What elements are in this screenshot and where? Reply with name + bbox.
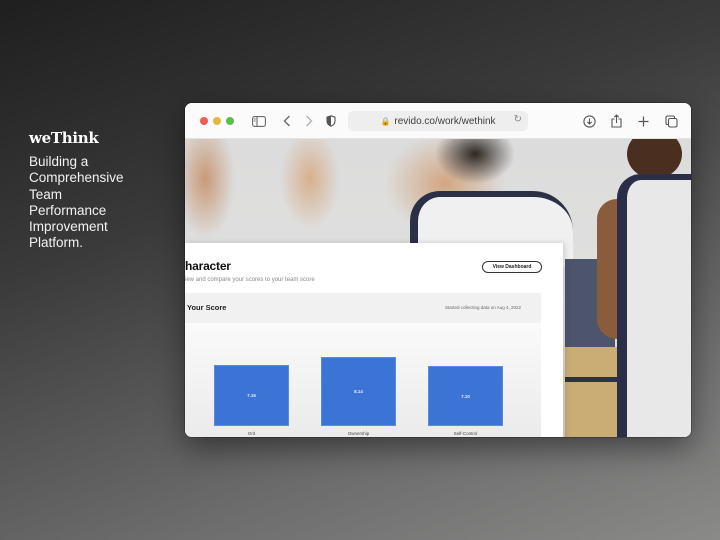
browser-toolbar: 🔒 revido.co/work/wethink ↻: [185, 103, 691, 139]
download-icon[interactable]: [582, 112, 596, 130]
tabs-overview-icon[interactable]: [664, 112, 678, 130]
url-text: revido.co/work/wethink: [394, 115, 496, 127]
address-bar[interactable]: 🔒 revido.co/work/wethink ↻: [348, 111, 528, 131]
bar-value-label: 7.10: [461, 393, 470, 399]
bar-value-label: 8.14: [354, 389, 363, 394]
forward-icon[interactable]: [304, 112, 314, 130]
page-subtitle: iew and compare your scores to your team…: [185, 277, 315, 283]
hero-photo-player-right: [597, 139, 691, 437]
brand-tagline: Building a Comprehensive Team Performanc…: [29, 154, 124, 251]
new-tab-icon[interactable]: [637, 112, 649, 130]
close-window-button[interactable]: [200, 117, 208, 125]
brand-logo: weThink: [29, 129, 99, 147]
shield-icon[interactable]: [325, 112, 337, 130]
bar-ownership[interactable]: 8.14: [321, 357, 396, 426]
sidebar-icon[interactable]: [251, 112, 267, 130]
character-card: haracter iew and compare your scores to …: [185, 243, 563, 437]
reload-icon[interactable]: ↻: [514, 114, 522, 125]
score-bar-chart: 7.16 Grit 8.14 Ownership 7.10 Self-Control: [185, 323, 541, 437]
score-panel: Your Score Started collecting data on Au…: [185, 293, 541, 437]
bar-category-label: Self-Control: [453, 431, 478, 436]
zoom-window-button[interactable]: [226, 117, 234, 125]
bar-value-label: 7.16: [247, 393, 256, 398]
bar-category-label: Ownership: [347, 431, 370, 436]
score-panel-header: Your Score Started collecting data on Au…: [185, 293, 541, 323]
back-icon[interactable]: [282, 112, 292, 130]
page-content: haracter iew and compare your scores to …: [185, 139, 691, 437]
brand-block: weThink Building a Comprehensive Team Pe…: [29, 129, 139, 252]
lock-icon: 🔒: [380, 116, 391, 126]
browser-window: 🔒 revido.co/work/wethink ↻ haracter iew …: [185, 103, 691, 437]
score-panel-title: Your Score: [187, 303, 227, 312]
bar-self-control[interactable]: 7.10: [428, 366, 503, 426]
view-dashboard-button[interactable]: View Dashboard: [482, 261, 542, 273]
bar-grit[interactable]: 7.16: [214, 365, 289, 426]
data-collection-note: Started collecting data on Aug 4, 2022: [444, 305, 521, 310]
minimize-window-button[interactable]: [213, 117, 221, 125]
page-title: haracter: [185, 259, 231, 273]
share-icon[interactable]: [610, 112, 622, 130]
bar-category-label: Grit: [247, 431, 256, 436]
